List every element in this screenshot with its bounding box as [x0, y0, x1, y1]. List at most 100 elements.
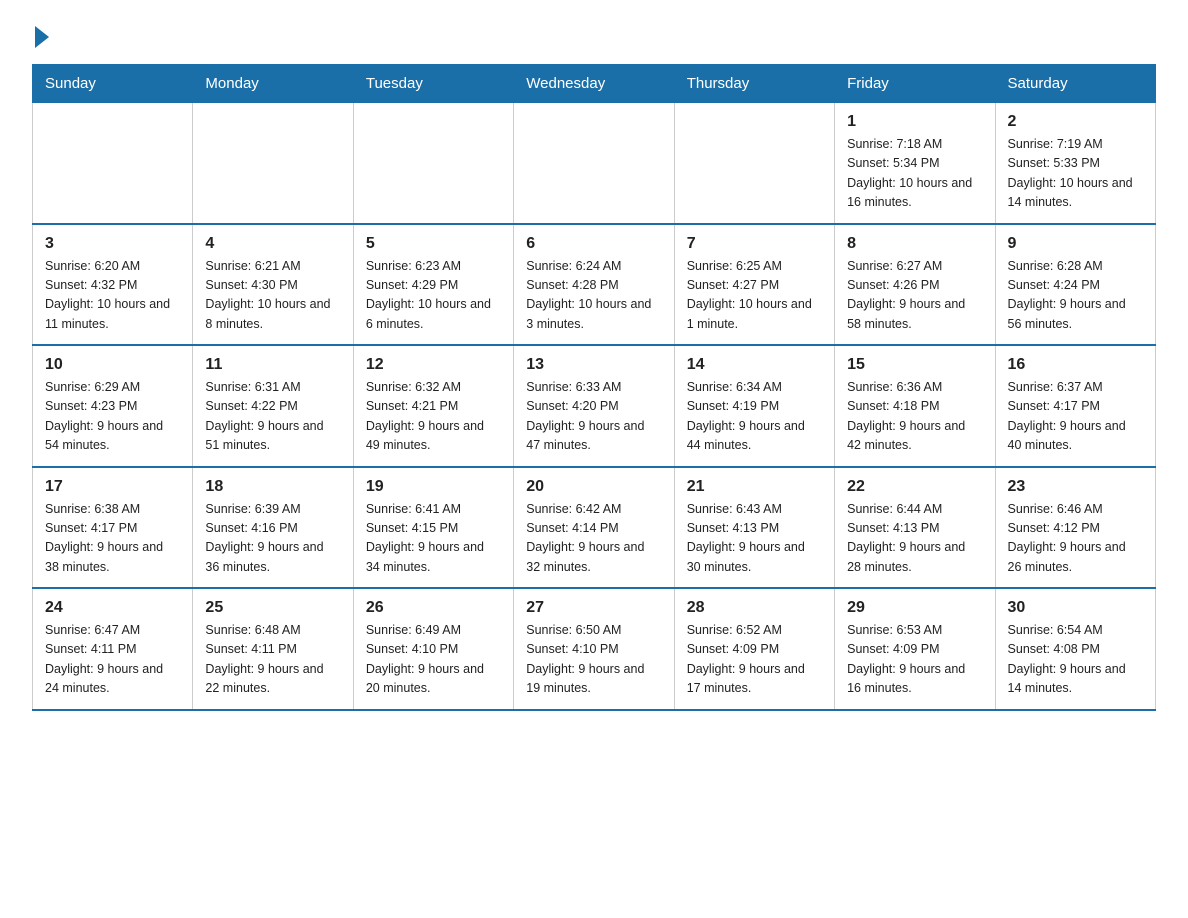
day-number: 23: [1008, 478, 1143, 496]
calendar-week-row: 17 Sunrise: 6:38 AM Sunset: 4:17 PM Dayli…: [33, 467, 1156, 589]
day-number: 7: [687, 235, 822, 253]
day-number: 18: [205, 478, 340, 496]
day-info: Sunrise: 6:23 AM Sunset: 4:29 PM Dayligh…: [366, 257, 501, 335]
calendar-day-cell: 10Sunrise: 6:29 AM Sunset: 4:23 PM Dayli…: [33, 345, 193, 467]
day-number: 27: [526, 599, 661, 617]
calendar-day-cell: [193, 103, 353, 224]
day-number: 21: [687, 478, 822, 496]
calendar-day-cell: 24 Sunrise: 6:47 AM Sunset: 4:11 PM Dayli…: [33, 588, 193, 710]
calendar-body: 1 Sunrise: 7:18 AM Sunset: 5:34 PM Daylig…: [33, 103, 1156, 710]
day-number: 20: [526, 478, 661, 496]
day-number: 5: [366, 235, 501, 253]
day-number: 26: [366, 599, 501, 617]
day-info: Sunrise: 6:32 AM Sunset: 4:21 PM Dayligh…: [366, 378, 501, 456]
calendar-day-cell: 2 Sunrise: 7:19 AM Sunset: 5:33 PM Daylig…: [995, 103, 1155, 224]
calendar-day-cell: 3Sunrise: 6:20 AM Sunset: 4:32 PM Daylig…: [33, 224, 193, 346]
day-number: 17: [45, 478, 180, 496]
calendar-day-cell: 11Sunrise: 6:31 AM Sunset: 4:22 PM Dayli…: [193, 345, 353, 467]
day-info: Sunrise: 6:25 AM Sunset: 4:27 PM Dayligh…: [687, 257, 822, 335]
day-number: 4: [205, 235, 340, 253]
calendar-day-cell: 7 Sunrise: 6:25 AM Sunset: 4:27 PM Daylig…: [674, 224, 834, 346]
day-info: Sunrise: 7:19 AM Sunset: 5:33 PM Dayligh…: [1008, 135, 1143, 213]
day-number: 2: [1008, 113, 1143, 131]
day-number: 13: [526, 356, 661, 374]
day-info: Sunrise: 6:24 AM Sunset: 4:28 PM Dayligh…: [526, 257, 661, 335]
day-info: Sunrise: 6:31 AM Sunset: 4:22 PM Dayligh…: [205, 378, 340, 456]
day-info: Sunrise: 7:18 AM Sunset: 5:34 PM Dayligh…: [847, 135, 982, 213]
day-number: 12: [366, 356, 501, 374]
day-info: Sunrise: 6:53 AM Sunset: 4:09 PM Dayligh…: [847, 621, 982, 699]
day-of-week-header: Tuesday: [353, 65, 513, 103]
day-number: 24: [45, 599, 180, 617]
calendar-table: SundayMondayTuesdayWednesdayThursdayFrid…: [32, 64, 1156, 711]
logo-arrow-icon: [35, 26, 49, 48]
calendar-day-cell: 12 Sunrise: 6:32 AM Sunset: 4:21 PM Dayli…: [353, 345, 513, 467]
day-number: 9: [1008, 235, 1143, 253]
day-info: Sunrise: 6:47 AM Sunset: 4:11 PM Dayligh…: [45, 621, 180, 699]
day-info: Sunrise: 6:41 AM Sunset: 4:15 PM Dayligh…: [366, 500, 501, 578]
page-header: [32, 24, 1156, 46]
day-number: 14: [687, 356, 822, 374]
calendar-day-cell: 5 Sunrise: 6:23 AM Sunset: 4:29 PM Daylig…: [353, 224, 513, 346]
calendar-day-cell: 14 Sunrise: 6:34 AM Sunset: 4:19 PM Dayli…: [674, 345, 834, 467]
day-info: Sunrise: 6:33 AM Sunset: 4:20 PM Dayligh…: [526, 378, 661, 456]
day-info: Sunrise: 6:54 AM Sunset: 4:08 PM Dayligh…: [1008, 621, 1143, 699]
day-info: Sunrise: 6:21 AM Sunset: 4:30 PM Dayligh…: [205, 257, 340, 335]
calendar-day-cell: 17 Sunrise: 6:38 AM Sunset: 4:17 PM Dayli…: [33, 467, 193, 589]
calendar-day-cell: 22 Sunrise: 6:44 AM Sunset: 4:13 PM Dayli…: [835, 467, 995, 589]
calendar-day-cell: 27 Sunrise: 6:50 AM Sunset: 4:10 PM Dayli…: [514, 588, 674, 710]
calendar-week-row: 10Sunrise: 6:29 AM Sunset: 4:23 PM Dayli…: [33, 345, 1156, 467]
calendar-day-cell: [33, 103, 193, 224]
day-number: 8: [847, 235, 982, 253]
day-number: 1: [847, 113, 982, 131]
day-info: Sunrise: 6:27 AM Sunset: 4:26 PM Dayligh…: [847, 257, 982, 335]
day-info: Sunrise: 6:44 AM Sunset: 4:13 PM Dayligh…: [847, 500, 982, 578]
day-info: Sunrise: 6:46 AM Sunset: 4:12 PM Dayligh…: [1008, 500, 1143, 578]
calendar-day-cell: 13 Sunrise: 6:33 AM Sunset: 4:20 PM Dayli…: [514, 345, 674, 467]
day-number: 29: [847, 599, 982, 617]
day-info: Sunrise: 6:38 AM Sunset: 4:17 PM Dayligh…: [45, 500, 180, 578]
calendar-day-cell: 21 Sunrise: 6:43 AM Sunset: 4:13 PM Dayli…: [674, 467, 834, 589]
day-number: 15: [847, 356, 982, 374]
day-of-week-header: Sunday: [33, 65, 193, 103]
day-info: Sunrise: 6:50 AM Sunset: 4:10 PM Dayligh…: [526, 621, 661, 699]
calendar-day-cell: 23 Sunrise: 6:46 AM Sunset: 4:12 PM Dayli…: [995, 467, 1155, 589]
calendar-day-cell: 20 Sunrise: 6:42 AM Sunset: 4:14 PM Dayli…: [514, 467, 674, 589]
day-info: Sunrise: 6:39 AM Sunset: 4:16 PM Dayligh…: [205, 500, 340, 578]
calendar-day-cell: 18 Sunrise: 6:39 AM Sunset: 4:16 PM Dayli…: [193, 467, 353, 589]
day-info: Sunrise: 6:43 AM Sunset: 4:13 PM Dayligh…: [687, 500, 822, 578]
day-of-week-header: Monday: [193, 65, 353, 103]
calendar-week-row: 24 Sunrise: 6:47 AM Sunset: 4:11 PM Dayli…: [33, 588, 1156, 710]
day-info: Sunrise: 6:36 AM Sunset: 4:18 PM Dayligh…: [847, 378, 982, 456]
calendar-day-cell: 4 Sunrise: 6:21 AM Sunset: 4:30 PM Daylig…: [193, 224, 353, 346]
day-number: 22: [847, 478, 982, 496]
day-info: Sunrise: 6:37 AM Sunset: 4:17 PM Dayligh…: [1008, 378, 1143, 456]
calendar-day-cell: 1 Sunrise: 7:18 AM Sunset: 5:34 PM Daylig…: [835, 103, 995, 224]
calendar-day-cell: 30 Sunrise: 6:54 AM Sunset: 4:08 PM Dayli…: [995, 588, 1155, 710]
calendar-header-row: SundayMondayTuesdayWednesdayThursdayFrid…: [33, 65, 1156, 103]
calendar-day-cell: [674, 103, 834, 224]
calendar-day-cell: 16 Sunrise: 6:37 AM Sunset: 4:17 PM Dayli…: [995, 345, 1155, 467]
day-info: Sunrise: 6:49 AM Sunset: 4:10 PM Dayligh…: [366, 621, 501, 699]
day-info: Sunrise: 6:42 AM Sunset: 4:14 PM Dayligh…: [526, 500, 661, 578]
calendar-header: SundayMondayTuesdayWednesdayThursdayFrid…: [33, 65, 1156, 103]
calendar-week-row: 3Sunrise: 6:20 AM Sunset: 4:32 PM Daylig…: [33, 224, 1156, 346]
calendar-day-cell: [353, 103, 513, 224]
calendar-week-row: 1 Sunrise: 7:18 AM Sunset: 5:34 PM Daylig…: [33, 103, 1156, 224]
day-number: 30: [1008, 599, 1143, 617]
day-of-week-header: Wednesday: [514, 65, 674, 103]
calendar-day-cell: 28Sunrise: 6:52 AM Sunset: 4:09 PM Dayli…: [674, 588, 834, 710]
calendar-day-cell: 19 Sunrise: 6:41 AM Sunset: 4:15 PM Dayli…: [353, 467, 513, 589]
day-number: 28: [687, 599, 822, 617]
day-number: 19: [366, 478, 501, 496]
day-info: Sunrise: 6:28 AM Sunset: 4:24 PM Dayligh…: [1008, 257, 1143, 335]
day-number: 16: [1008, 356, 1143, 374]
calendar-day-cell: 15 Sunrise: 6:36 AM Sunset: 4:18 PM Dayli…: [835, 345, 995, 467]
day-of-week-header: Thursday: [674, 65, 834, 103]
logo: [32, 24, 49, 46]
day-info: Sunrise: 6:20 AM Sunset: 4:32 PM Dayligh…: [45, 257, 180, 335]
calendar-day-cell: 29 Sunrise: 6:53 AM Sunset: 4:09 PM Dayli…: [835, 588, 995, 710]
day-info: Sunrise: 6:34 AM Sunset: 4:19 PM Dayligh…: [687, 378, 822, 456]
day-info: Sunrise: 6:29 AM Sunset: 4:23 PM Dayligh…: [45, 378, 180, 456]
calendar-day-cell: 26 Sunrise: 6:49 AM Sunset: 4:10 PM Dayli…: [353, 588, 513, 710]
